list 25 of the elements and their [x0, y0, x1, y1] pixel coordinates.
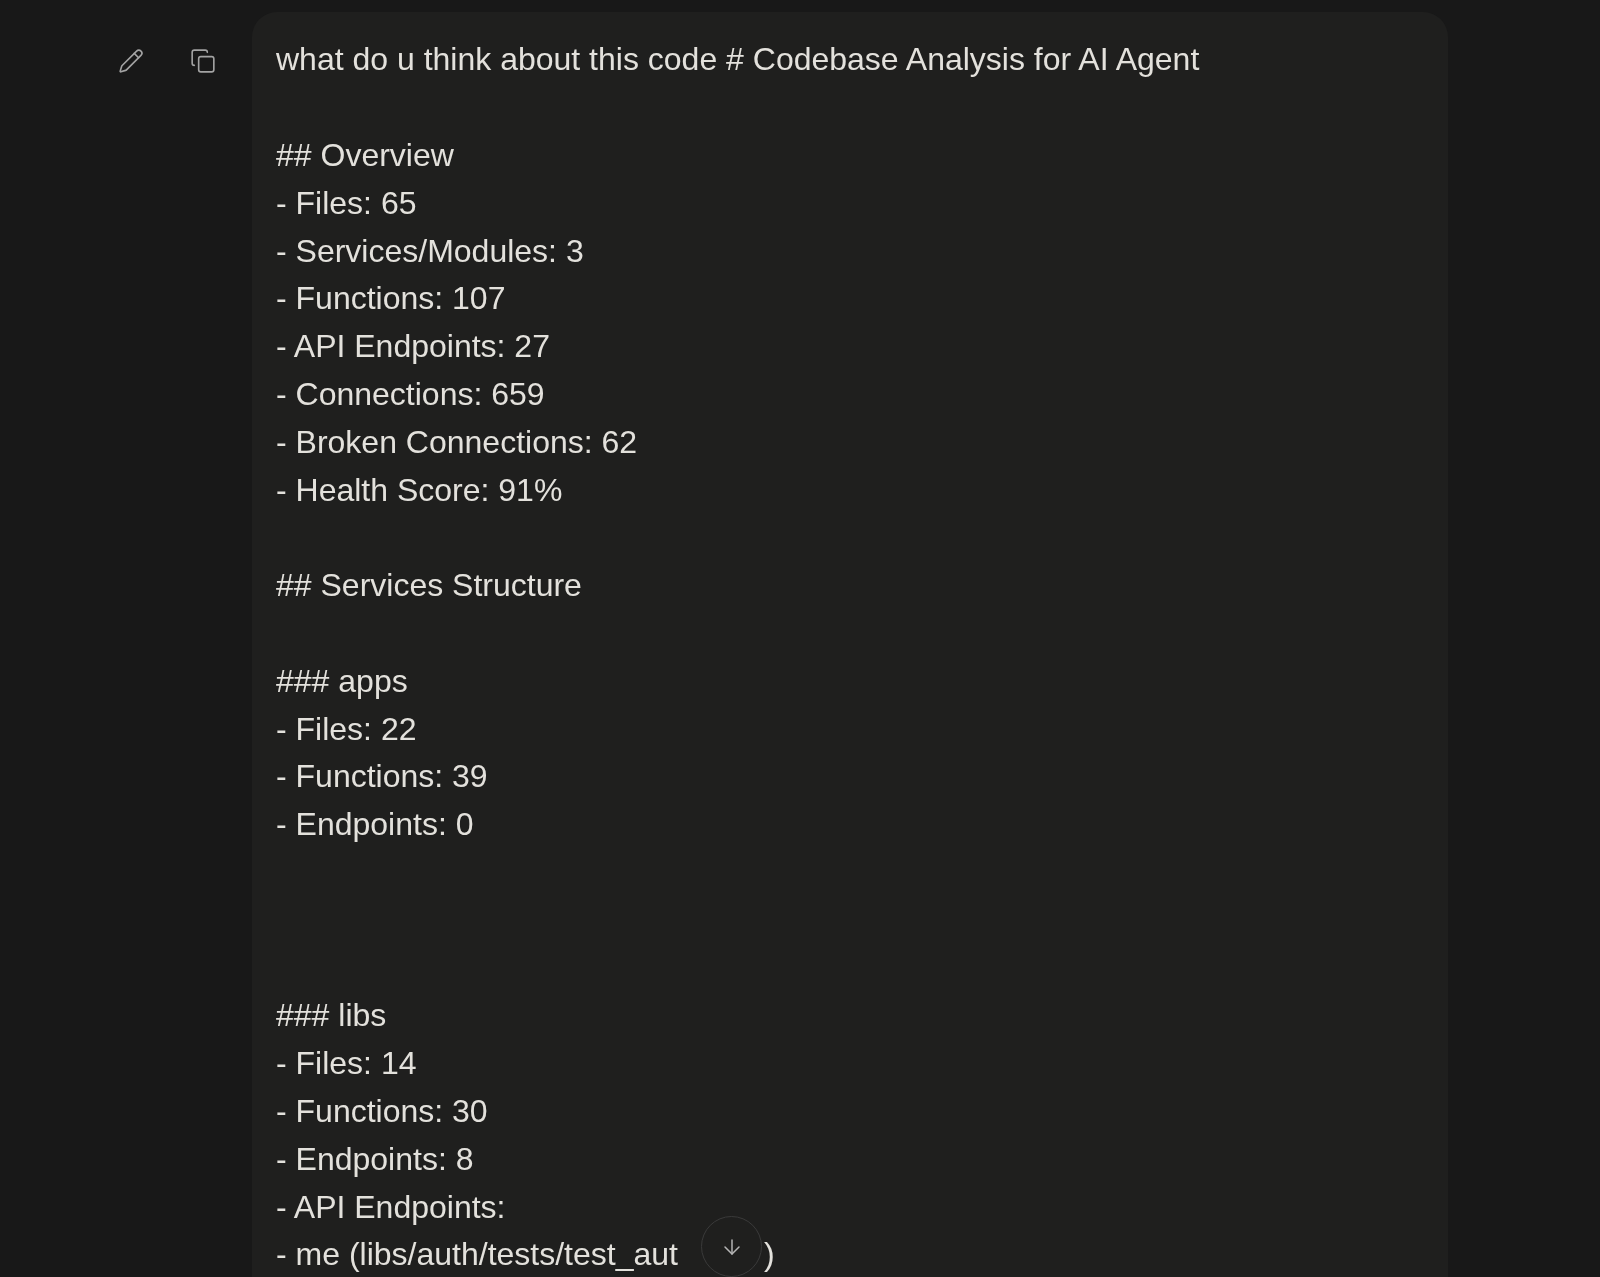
message-line: ### apps — [276, 662, 408, 700]
message-line: what do u think about this code # Codebase Analysis for AI Agent — [276, 41, 1200, 79]
message-line: ) — [763, 1236, 775, 1274]
message-line: ## Overview — [276, 137, 454, 174]
message-line: - Functions: 107 — [276, 280, 506, 318]
message-line: - API Endpoints: 27 — [276, 328, 550, 366]
message-line: - Services/Modules: 3 — [276, 232, 584, 270]
message-line: - Functions: 39 — [276, 758, 488, 796]
copy-icon — [190, 48, 216, 74]
message-line: - Endpoints: 0 — [276, 806, 474, 844]
message-line: ## Services Structure — [276, 567, 582, 605]
message-line: - me (libs/auth/tests/test_aut — [276, 1236, 678, 1274]
message-line: - Files: 14 — [276, 1045, 417, 1083]
message-line: - API Endpoints: — [276, 1188, 506, 1226]
edit-button[interactable] — [118, 48, 144, 74]
message-line: - Functions: 30 — [276, 1092, 488, 1130]
message-line: - Files: 65 — [276, 184, 417, 222]
message-line: ### libs — [276, 997, 387, 1035]
copy-button[interactable] — [190, 48, 216, 74]
message-line: - Connections: 659 — [276, 375, 545, 413]
message-line: - Health Score: 91% — [276, 471, 563, 509]
message-line: - Files: 22 — [276, 710, 417, 748]
pencil-icon — [118, 48, 144, 74]
message-line: - Endpoints: 8 — [276, 1140, 474, 1178]
message-line: - Broken Connections: 62 — [276, 423, 638, 461]
